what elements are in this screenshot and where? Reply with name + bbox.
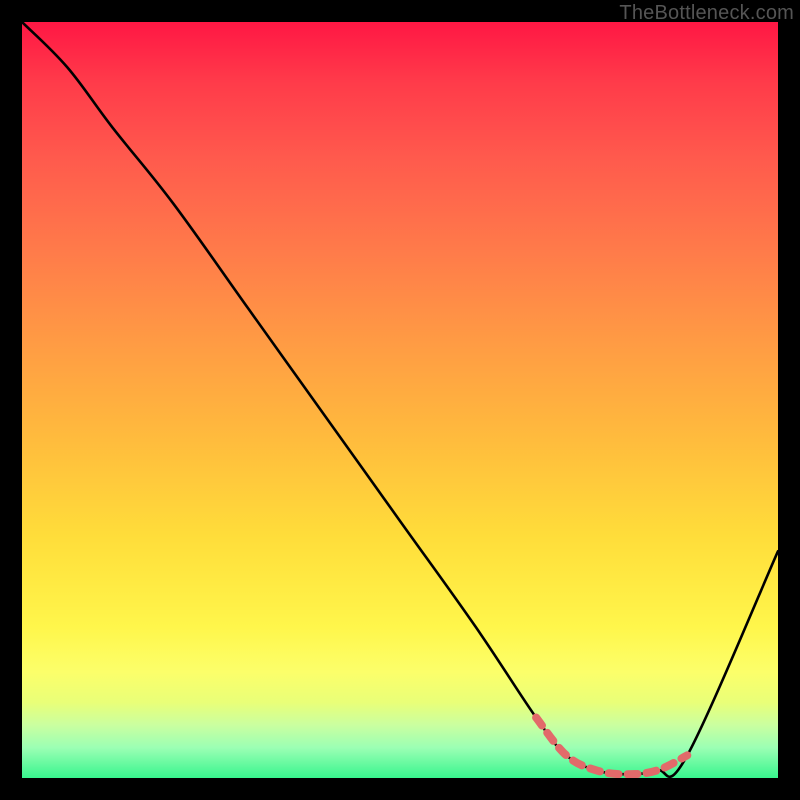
chart-svg <box>22 22 778 778</box>
chart-container: TheBottleneck.com <box>0 0 800 800</box>
bottom-segment <box>536 718 687 775</box>
main-curve <box>22 22 778 777</box>
plot-area <box>22 22 778 778</box>
